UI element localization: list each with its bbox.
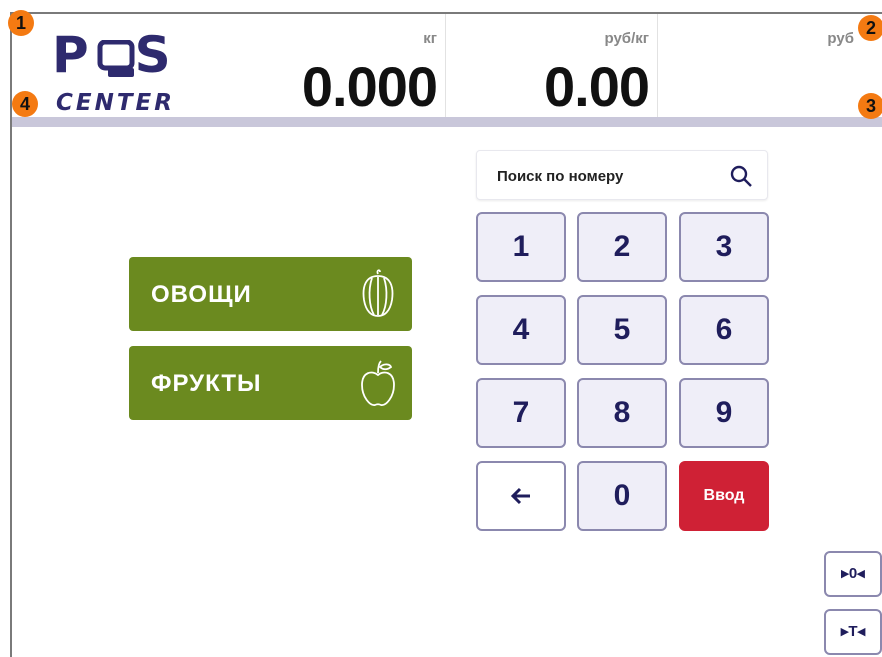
price-per-kg-value: 0.00 <box>544 55 650 118</box>
key-8[interactable]: 8 <box>577 378 667 448</box>
key-4[interactable]: 4 <box>476 295 566 365</box>
weight-value: 0.000 <box>301 55 438 118</box>
search-icon[interactable] <box>729 164 753 188</box>
price-per-kg-unit: руб/кг <box>604 30 650 47</box>
marker-2: 2 <box>858 15 882 41</box>
category-vegetables-label: ОВОЩИ <box>151 281 252 308</box>
price-per-kg-display: руб/кг 0.00 <box>446 14 658 118</box>
total-unit: руб <box>827 30 854 47</box>
tare-button[interactable]: ▸T◂ <box>824 609 882 655</box>
header-divider-bar <box>12 117 882 127</box>
pepper-icon <box>362 269 394 317</box>
key-7[interactable]: 7 <box>476 378 566 448</box>
key-1[interactable]: 1 <box>476 212 566 282</box>
key-0[interactable]: 0 <box>577 461 667 531</box>
logo-text-center: CENTER <box>56 90 175 116</box>
marker-1: 1 <box>8 10 34 36</box>
key-2[interactable]: 2 <box>577 212 667 282</box>
backspace-button[interactable] <box>476 461 566 531</box>
category-vegetables-button[interactable]: ОВОЩИ <box>129 257 412 331</box>
key-6[interactable]: 6 <box>679 295 769 365</box>
marker-4: 4 <box>12 91 38 117</box>
pos-center-logo: PS CENTER <box>52 26 212 116</box>
key-9[interactable]: 9 <box>679 378 769 448</box>
category-fruits-button[interactable]: ФРУКТЫ <box>129 346 412 420</box>
category-fruits-label: ФРУКТЫ <box>151 370 262 397</box>
key-3[interactable]: 3 <box>679 212 769 282</box>
apple-icon <box>361 360 395 406</box>
enter-button[interactable]: Ввод <box>679 461 769 531</box>
total-display: руб <box>658 14 882 117</box>
key-5[interactable]: 5 <box>577 295 667 365</box>
search-placeholder: Поиск по номеру <box>497 168 624 185</box>
logo-text-pos: PS <box>52 26 173 84</box>
weight-display: кг 0.000 <box>232 14 446 118</box>
zero-scale-button[interactable]: ▸0◂ <box>824 551 882 597</box>
weight-unit: кг <box>423 30 437 47</box>
marker-3: 3 <box>858 93 882 119</box>
arrow-left-icon <box>510 487 530 505</box>
scale-header: PS CENTER кг 0.000 руб/кг 0.00 руб <box>12 14 882 118</box>
search-by-number-field[interactable]: Поиск по номеру <box>476 150 768 200</box>
